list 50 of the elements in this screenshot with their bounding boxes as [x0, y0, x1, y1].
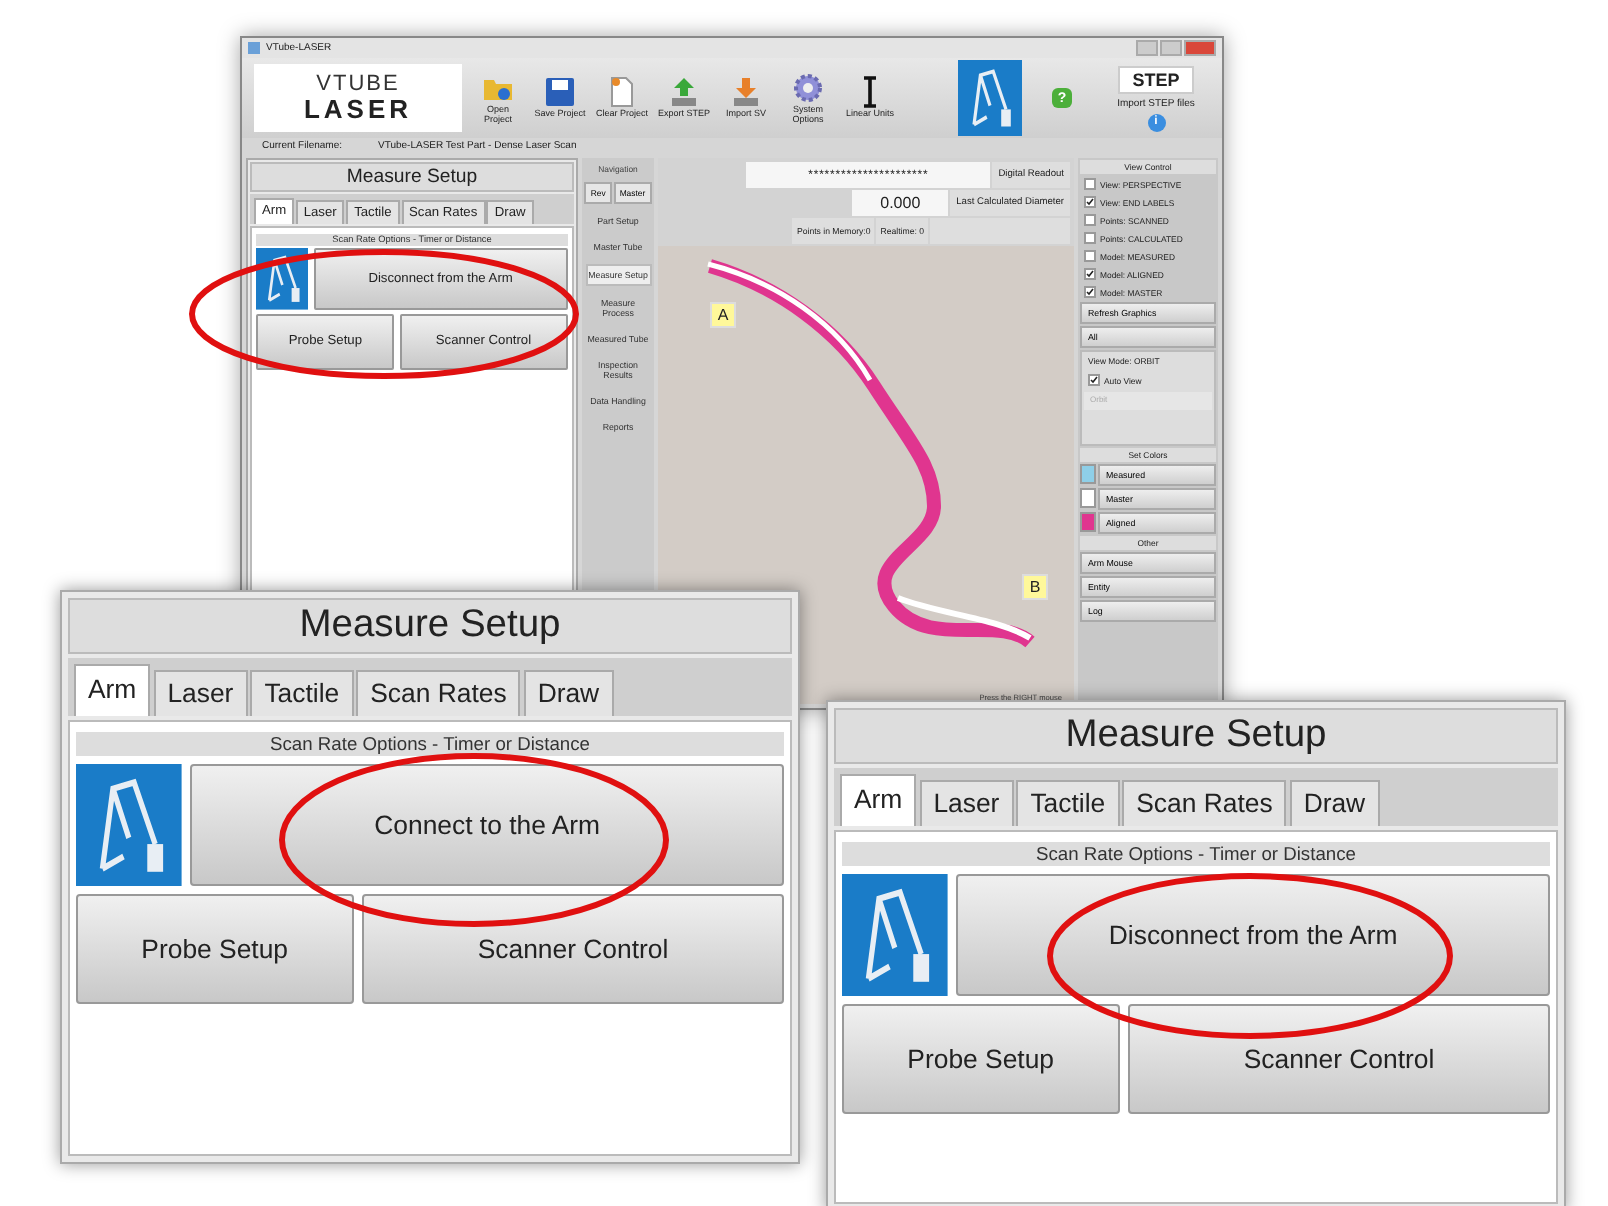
robot-arm-icon: [76, 763, 182, 887]
tab[interactable]: Arm: [840, 774, 917, 826]
diameter-value: 0.000: [852, 190, 949, 216]
panel-title: Measure Setup: [250, 162, 574, 193]
checkbox[interactable]: [1084, 196, 1096, 208]
logo-text: VTUBE: [316, 74, 400, 96]
section-label: Scan Rate Options - Timer or Distance: [76, 732, 784, 757]
checkbox[interactable]: [1084, 268, 1096, 280]
tab[interactable]: Arm: [74, 664, 151, 716]
minimize-button[interactable]: [1136, 40, 1158, 56]
tab[interactable]: Draw: [523, 669, 614, 716]
step-logo[interactable]: STEP: [1118, 65, 1194, 93]
tab[interactable]: Laser: [919, 779, 1014, 826]
logo-text: LASER: [303, 96, 413, 122]
tab[interactable]: Scan Rates: [1122, 779, 1287, 826]
section-label: Scan Rate Options - Timer or Distance: [842, 842, 1550, 867]
close-button[interactable]: [1184, 40, 1216, 56]
tab[interactable]: Tactile: [250, 669, 354, 716]
arm-connection-button[interactable]: Connect to the Arm: [190, 763, 784, 887]
up-arrow-icon: [668, 76, 700, 109]
tab[interactable]: Laser: [153, 669, 248, 716]
end-label: B: [1022, 574, 1048, 600]
document-icon: [606, 76, 638, 109]
robot-arm-icon: [842, 873, 948, 997]
checkbox[interactable]: [1088, 374, 1100, 386]
tab[interactable]: Scan Rates: [356, 669, 521, 716]
scanner-control-button[interactable]: Scanner Control: [362, 894, 784, 1005]
probe-setup-button[interactable]: Probe Setup: [842, 1004, 1120, 1115]
gear-icon: [792, 71, 824, 104]
color-swatch[interactable]: [1080, 488, 1096, 508]
panel-title: Measure Setup: [67, 597, 793, 654]
end-label: A: [710, 302, 736, 328]
checkbox[interactable]: [1084, 286, 1096, 298]
checkbox[interactable]: [1084, 214, 1096, 226]
color-swatch[interactable]: [1080, 464, 1096, 484]
scanner-control-button[interactable]: Scanner Control: [1128, 1004, 1550, 1115]
robot-arm-icon: [958, 60, 1022, 136]
checkbox[interactable]: [1084, 178, 1096, 190]
down-arrow-icon: [730, 76, 762, 109]
checkbox[interactable]: [1084, 232, 1096, 244]
tab[interactable]: Tactile: [1016, 779, 1120, 826]
robot-arm-icon: [256, 248, 309, 311]
arm-connection-button[interactable]: Disconnect from the Arm: [956, 873, 1550, 997]
color-swatch[interactable]: [1080, 512, 1096, 532]
maximize-button[interactable]: [1160, 40, 1182, 56]
probe-setup-button[interactable]: Probe Setup: [76, 894, 354, 1005]
tab[interactable]: Draw: [1289, 779, 1380, 826]
app-icon: [248, 42, 260, 54]
checkbox[interactable]: [1084, 250, 1096, 262]
panel-title: Measure Setup: [833, 707, 1559, 764]
